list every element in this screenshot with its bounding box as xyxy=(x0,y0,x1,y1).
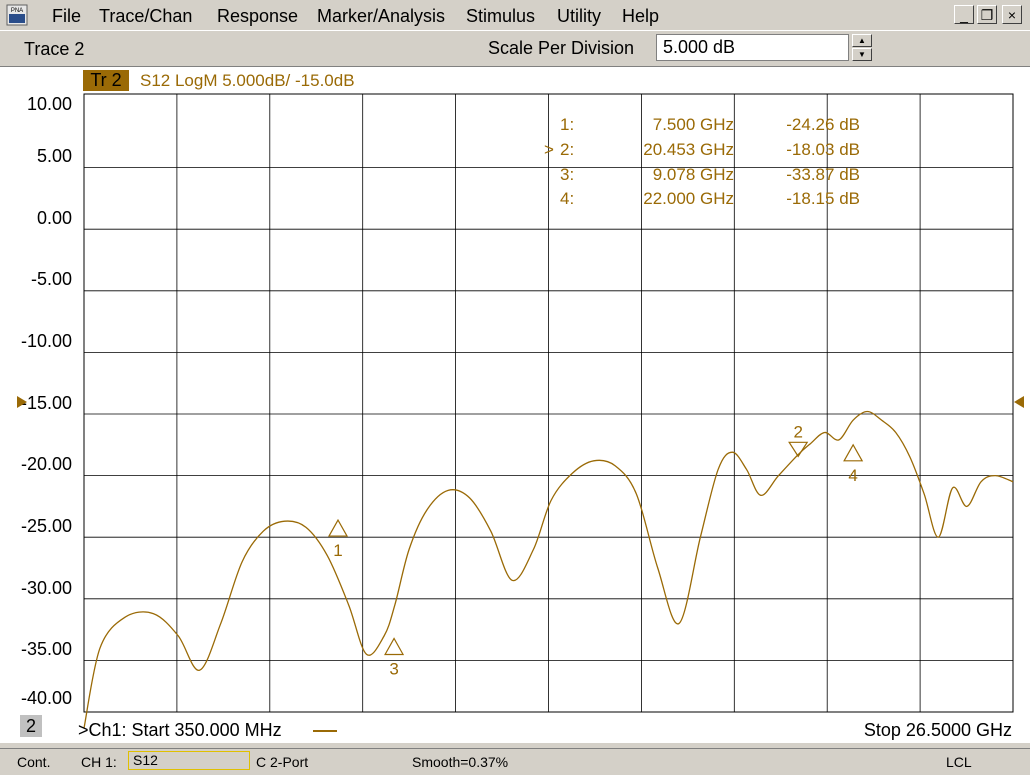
menu-bar: PNA File Trace/Chan Response Marker/Anal… xyxy=(0,0,1030,31)
marker-readout-freq: 9.078 GHz xyxy=(652,165,734,184)
scale-per-division-label: Scale Per Division xyxy=(488,38,635,58)
marker-2-label: 2 xyxy=(793,422,802,441)
spin-down-button[interactable]: ▼ xyxy=(852,48,872,61)
remote-status: LCL xyxy=(946,754,972,770)
menu-file[interactable]: File xyxy=(52,6,81,27)
menu-help[interactable]: Help xyxy=(622,6,659,27)
marker-readout-freq: 22.000 GHz xyxy=(643,189,734,208)
active-trace-label: Trace 2 xyxy=(24,39,85,59)
marker-readout-id: 2: xyxy=(560,140,575,159)
measurement-status[interactable]: S12 xyxy=(128,751,250,770)
marker-3-icon[interactable] xyxy=(384,637,405,656)
app-icon[interactable]: PNA xyxy=(6,4,28,26)
app-icon-text: PNA xyxy=(11,8,23,14)
reference-level-left-arrow[interactable] xyxy=(17,396,27,408)
marker-4-label: 4 xyxy=(848,466,857,485)
marker-readout-id: 4: xyxy=(560,189,575,208)
scale-per-division-input[interactable] xyxy=(656,34,849,61)
marker-readout-value: -24.26 dB xyxy=(786,115,860,134)
menu-utility[interactable]: Utility xyxy=(557,6,601,27)
calibration-status: C 2-Port xyxy=(256,754,309,770)
marker-4-icon[interactable] xyxy=(843,443,864,462)
spin-up-button[interactable]: ▲ xyxy=(852,34,872,47)
sweep-mode-status: Cont. xyxy=(17,754,51,770)
trace-plot[interactable]: 1 2 3 4 xyxy=(0,67,1030,743)
menu-trace-chan[interactable]: Trace/Chan xyxy=(99,6,192,27)
marker-readout-value: -18.03 dB xyxy=(786,140,860,159)
marker-1-label: 1 xyxy=(333,541,342,560)
marker-readout-freq: 7.500 GHz xyxy=(652,115,734,134)
status-bar: Cont. CH 1: S12 C 2-Port Smooth=0.37% LC… xyxy=(0,748,1030,775)
marker-readout-id: 3: xyxy=(560,165,575,184)
marker-readout-id: 1: xyxy=(560,115,575,134)
menu-marker-analysis[interactable]: Marker/Analysis xyxy=(317,6,445,27)
marker-readout-freq: 20.453 GHz xyxy=(643,140,734,159)
marker-1-icon[interactable] xyxy=(327,518,349,537)
close-button[interactable]: × xyxy=(1002,5,1022,24)
stop-frequency-label[interactable]: Stop 26.5000 GHz xyxy=(864,720,1012,741)
menu-response[interactable]: Response xyxy=(217,6,298,27)
marker-readout-value: -18.15 dB xyxy=(786,189,860,208)
minimize-button[interactable]: _ xyxy=(954,5,974,24)
measurement-display: Tr 2 S12 LogM 5.000dB/ -15.0dB 10.00 5.0… xyxy=(0,67,1030,743)
channel-status: CH 1: xyxy=(81,754,117,770)
reference-level-right-arrow[interactable] xyxy=(1014,396,1024,408)
smoothing-status: Smooth=0.37% xyxy=(412,754,509,770)
marker-readout-value: -33.87 dB xyxy=(786,165,860,184)
menu-stimulus[interactable]: Stimulus xyxy=(466,6,535,27)
restore-button[interactable]: ❐ xyxy=(977,5,997,24)
graticule xyxy=(83,93,1014,713)
marker-3-label: 3 xyxy=(389,659,398,678)
entry-toolbar: Trace 2 Scale Per Division ▲ ▼ xyxy=(0,31,1030,67)
marker-active-indicator: > xyxy=(544,140,554,159)
start-frequency-label[interactable]: >Ch1: Start 350.000 MHz xyxy=(78,720,282,741)
trace-legend-line xyxy=(313,730,337,732)
channel-number-badge[interactable]: 2 xyxy=(20,715,42,737)
